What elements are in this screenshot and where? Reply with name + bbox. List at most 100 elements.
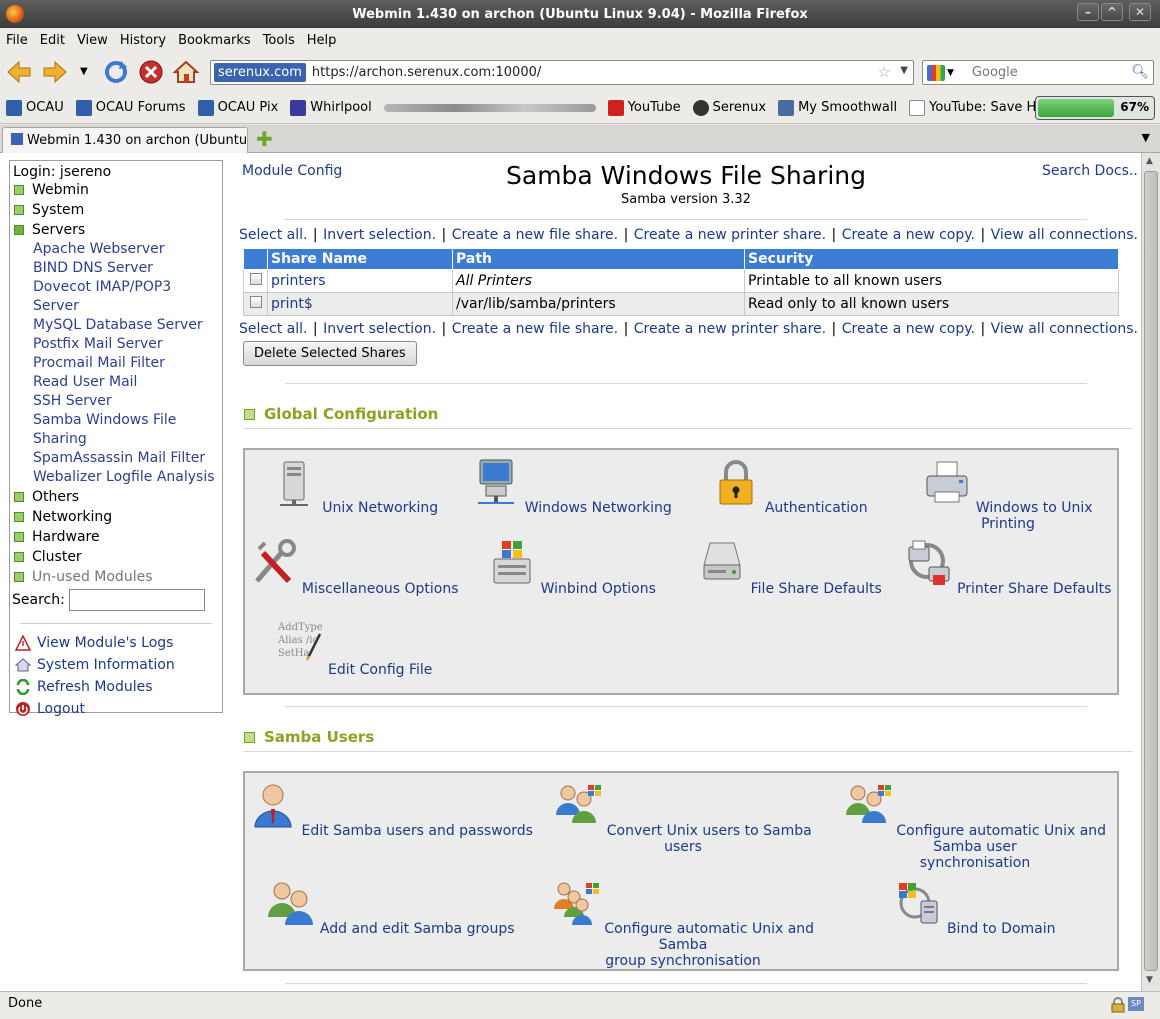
new-copy-link[interactable]: Create a new copy. [842, 321, 975, 337]
maximize-button[interactable]: ^ [1101, 3, 1123, 21]
secure-lock-icon[interactable] [1110, 997, 1126, 1013]
scroll-down-icon[interactable]: ▼ [1146, 975, 1153, 985]
url-dropdown-icon[interactable]: ▼ [900, 65, 908, 76]
module-read-user-mail[interactable]: Read User Mail [33, 373, 220, 392]
home-icon[interactable] [173, 59, 199, 85]
view-connections-link[interactable]: View all connections. [991, 321, 1138, 337]
menu-tools[interactable]: Tools [263, 33, 295, 48]
module-config-link[interactable]: Module Config [242, 163, 342, 179]
delete-selected-shares-button[interactable]: Delete Selected Shares [243, 341, 417, 366]
configure-auto-user-sync-item[interactable]: Configure automatic Unix and Samba user … [829, 781, 1121, 871]
row-checkbox[interactable] [249, 273, 262, 285]
row-checkbox[interactable] [249, 296, 262, 308]
edit-config-file-item[interactable]: AddType Alias /ic SetHa Edit Config File [245, 620, 463, 678]
url-bar[interactable]: serenux.com https://archon.serenux.com:1… [210, 60, 914, 85]
reload-icon[interactable] [103, 59, 129, 85]
category-unused-modules[interactable]: Un-used Modules [12, 567, 220, 587]
menu-view[interactable]: View [77, 33, 108, 48]
module-ssh[interactable]: SSH Server [33, 392, 220, 411]
action-system-information[interactable]: System Information [12, 654, 220, 676]
windows-networking-item[interactable]: Windows Networking [463, 458, 681, 516]
module-webalizer[interactable]: Webalizer Logfile Analysis [33, 468, 220, 487]
module-procmail[interactable]: Procmail Mail Filter [33, 354, 220, 373]
module-samba[interactable]: Samba Windows File [33, 411, 220, 430]
category-networking[interactable]: Networking [12, 507, 220, 527]
web-search-box[interactable]: ▼ 🔍︎ [922, 60, 1154, 85]
new-printer-share-link[interactable]: Create a new printer share. [634, 227, 826, 243]
minimize-button[interactable]: – [1077, 3, 1099, 21]
windows-to-unix-printing-item[interactable]: Windows to Unix Printing [899, 458, 1117, 532]
convert-unix-users-item[interactable]: Convert Unix users to Samba users [537, 781, 829, 855]
new-file-share-link[interactable]: Create a new file share. [452, 227, 618, 243]
bookmark-whirlpool[interactable]: Whirlpool [290, 99, 372, 116]
search-icon[interactable]: 🔍︎ [1131, 64, 1149, 80]
history-dropdown-icon[interactable]: ▼ [80, 66, 88, 77]
bookmark-my-smoothwall[interactable]: My Smoothwall [778, 99, 897, 116]
module-spamassassin[interactable]: SpamAssassin Mail Filter [33, 449, 220, 468]
menu-file[interactable]: File [6, 33, 28, 48]
module-search-input[interactable] [68, 589, 205, 611]
action-logout[interactable]: Logout [12, 698, 220, 720]
printer-share-defaults-item[interactable]: Printer Share Defaults [899, 539, 1117, 597]
site-identity-badge[interactable]: serenux.com [214, 63, 306, 82]
search-docs-link[interactable]: Search Docs.. [1042, 163, 1138, 179]
winbind-options-item[interactable]: Winbind Options [463, 539, 681, 597]
bookmark-ocau[interactable]: OCAU [6, 99, 64, 116]
bind-to-domain-item[interactable]: Bind to Domain [829, 879, 1121, 937]
scroll-up-icon[interactable]: ▲ [1146, 156, 1153, 166]
module-apache[interactable]: Apache Webserver [33, 240, 220, 259]
new-printer-share-link[interactable]: Create a new printer share. [634, 321, 826, 337]
category-system[interactable]: System [12, 200, 220, 220]
url-text[interactable]: https://archon.serenux.com:10000/ [312, 65, 541, 80]
new-file-share-link[interactable]: Create a new file share. [452, 321, 618, 337]
action-refresh-modules[interactable]: Refresh Modules [12, 676, 220, 698]
close-window-button[interactable]: ✕ [1129, 3, 1151, 21]
global-configuration-header[interactable]: Global Configuration [244, 405, 438, 423]
module-dovecot[interactable]: Dovecot IMAP/POP3 Server [33, 278, 220, 316]
category-webmin[interactable]: Webmin [12, 180, 220, 200]
tab-list-dropdown-icon[interactable]: ▼ [1142, 131, 1150, 144]
authentication-item[interactable]: Authentication [681, 458, 899, 516]
action-view-logs[interactable]: View Module's Logs [12, 632, 220, 654]
select-all-link[interactable]: Select all. [239, 227, 307, 243]
addon-status-icon[interactable]: SP [1128, 997, 1144, 1011]
blurred-bookmark[interactable] [383, 103, 596, 112]
file-share-defaults-item[interactable]: File Share Defaults [681, 539, 899, 597]
google-icon[interactable] [927, 64, 945, 81]
share-name-link[interactable]: printers [271, 273, 326, 289]
forward-icon[interactable] [42, 59, 68, 85]
web-search-input[interactable] [971, 65, 1132, 80]
vertical-scrollbar[interactable]: ▲ ▼ [1141, 153, 1160, 991]
bookmark-ocau-pix[interactable]: OCAU Pix [197, 99, 278, 116]
category-servers[interactable]: Servers [12, 220, 220, 240]
select-all-link[interactable]: Select all. [239, 321, 307, 337]
menu-edit[interactable]: Edit [40, 33, 65, 48]
unix-networking-item[interactable]: Unix Networking [245, 458, 463, 516]
back-icon[interactable] [6, 59, 32, 85]
miscellaneous-options-item[interactable]: Miscellaneous Options [245, 539, 463, 597]
invert-selection-link[interactable]: Invert selection. [323, 227, 436, 243]
menu-history[interactable]: History [120, 33, 166, 48]
view-connections-link[interactable]: View all connections. [991, 227, 1138, 243]
stop-icon[interactable] [138, 59, 164, 85]
share-name-link[interactable]: print$ [271, 296, 313, 312]
bookmark-star-icon[interactable]: ☆ [878, 63, 891, 81]
category-hardware[interactable]: Hardware [12, 527, 220, 547]
invert-selection-link[interactable]: Invert selection. [323, 321, 436, 337]
category-cluster[interactable]: Cluster [12, 547, 220, 567]
module-bind[interactable]: BIND DNS Server [33, 259, 220, 278]
bookmark-serenux[interactable]: Serenux [692, 99, 766, 116]
module-samba-line2[interactable]: Sharing [33, 430, 220, 449]
search-engine-dropdown-icon[interactable]: ▼ [947, 68, 954, 78]
bookmark-youtube[interactable]: YouTube [607, 99, 681, 116]
tab-webmin[interactable]: Webmin 1.430 on archon (Ubuntu … [2, 127, 248, 153]
menu-help[interactable]: Help [307, 33, 337, 48]
module-mysql[interactable]: MySQL Database Server [33, 316, 220, 335]
samba-users-header[interactable]: Samba Users [244, 728, 374, 746]
module-postfix[interactable]: Postfix Mail Server [33, 335, 220, 354]
scrollbar-thumb[interactable] [1144, 171, 1158, 971]
new-copy-link[interactable]: Create a new copy. [842, 227, 975, 243]
configure-auto-group-sync-item[interactable]: Configure automatic Unix and Samba group… [537, 879, 829, 969]
category-others[interactable]: Others [12, 487, 220, 507]
bookmark-ocau-forums[interactable]: OCAU Forums [75, 99, 186, 116]
